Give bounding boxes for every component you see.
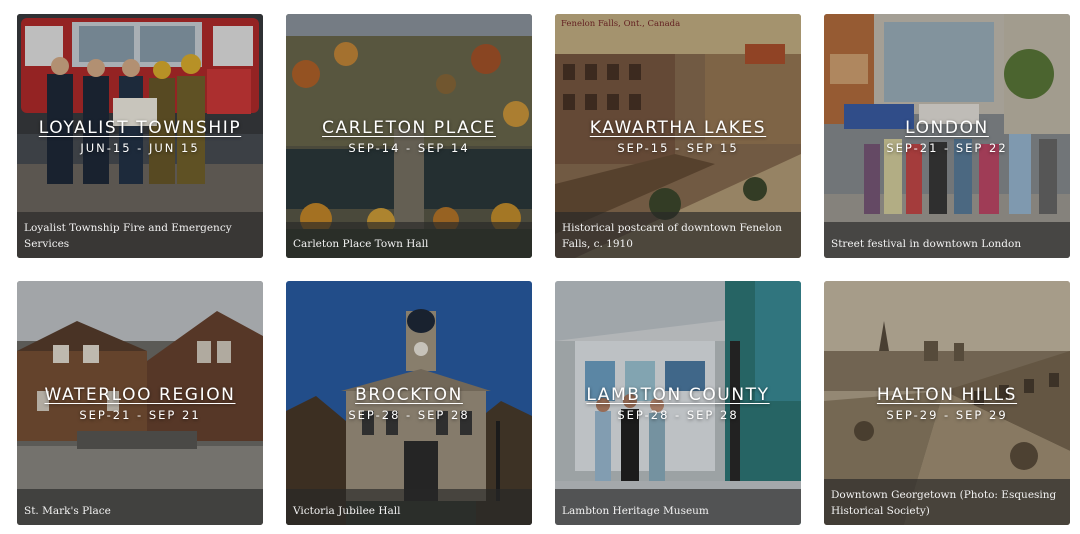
card-title[interactable]: LONDON [824,118,1070,138]
card-caption: Street festival in downtown London [824,222,1070,258]
region-card-lambton-county[interactable]: LAMBTON COUNTY SEP-28 - SEP 28 Lambton H… [555,281,801,525]
card-caption: St. Mark's Place [17,489,263,525]
region-card-brockton[interactable]: BROCKTON SEP-28 - SEP 28 Victoria Jubile… [286,281,532,525]
region-card-carleton-place[interactable]: CARLETON PLACE SEP-14 - SEP 14 Carleton … [286,14,532,258]
caption-text: St. Mark's Place [24,505,111,517]
card-caption: Carleton Place Town Hall [286,222,532,258]
card-dates: SEP-21 - SEP 21 [79,408,201,422]
region-cards-grid: LOYALIST TOWNSHIP JUN-15 - JUN 15 Loyali… [0,0,1080,534]
region-card-loyalist-township[interactable]: LOYALIST TOWNSHIP JUN-15 - JUN 15 Loyali… [17,14,263,258]
caption-text: Victoria Jubilee Hall [293,505,401,517]
caption-text: Downtown Georgetown (Photo: Esquesing Hi… [831,489,1057,517]
card-title[interactable]: LAMBTON COUNTY [555,385,801,405]
caption-text: Historical postcard of downtown Fenelon … [562,222,782,250]
region-card-kawartha-lakes[interactable]: Fenelon Falls, Ont., Canada KAWARTHA LAK… [555,14,801,258]
card-title[interactable]: HALTON HILLS [824,385,1070,405]
card-dates: SEP-21 - SEP 22 [886,141,1008,155]
card-dates: JUN-15 - JUN 15 [80,141,200,155]
card-caption: Loyalist Township Fire and Emergency Ser… [17,212,263,258]
card-caption: Lambton Heritage Museum [555,489,801,525]
card-dates: SEP-29 - SEP 29 [886,408,1008,422]
region-card-halton-hills[interactable]: HALTON HILLS SEP-29 - SEP 29 Downtown Ge… [824,281,1070,525]
card-dates: SEP-28 - SEP 28 [617,408,739,422]
card-title[interactable]: WATERLOO REGION [17,385,263,405]
card-dates: SEP-28 - SEP 28 [348,408,470,422]
card-caption: Victoria Jubilee Hall [286,489,532,525]
region-card-waterloo-region[interactable]: WATERLOO REGION SEP-21 - SEP 21 St. Mark… [17,281,263,525]
caption-text: Loyalist Township Fire and Emergency Ser… [24,222,232,250]
caption-text: Lambton Heritage Museum [562,505,709,517]
card-title[interactable]: KAWARTHA LAKES [555,118,801,138]
card-dates: SEP-14 - SEP 14 [348,141,470,155]
caption-text: Carleton Place Town Hall [293,238,429,250]
card-title[interactable]: LOYALIST TOWNSHIP [17,118,263,138]
card-dates: SEP-15 - SEP 15 [617,141,739,155]
card-caption: Historical postcard of downtown Fenelon … [555,212,801,258]
card-caption: Downtown Georgetown (Photo: Esquesing Hi… [824,479,1070,525]
caption-text: Street festival in downtown London [831,238,1022,250]
card-title[interactable]: BROCKTON [286,385,532,405]
card-title[interactable]: CARLETON PLACE [286,118,532,138]
region-card-london[interactable]: LONDON SEP-21 - SEP 22 Street festival i… [824,14,1070,258]
